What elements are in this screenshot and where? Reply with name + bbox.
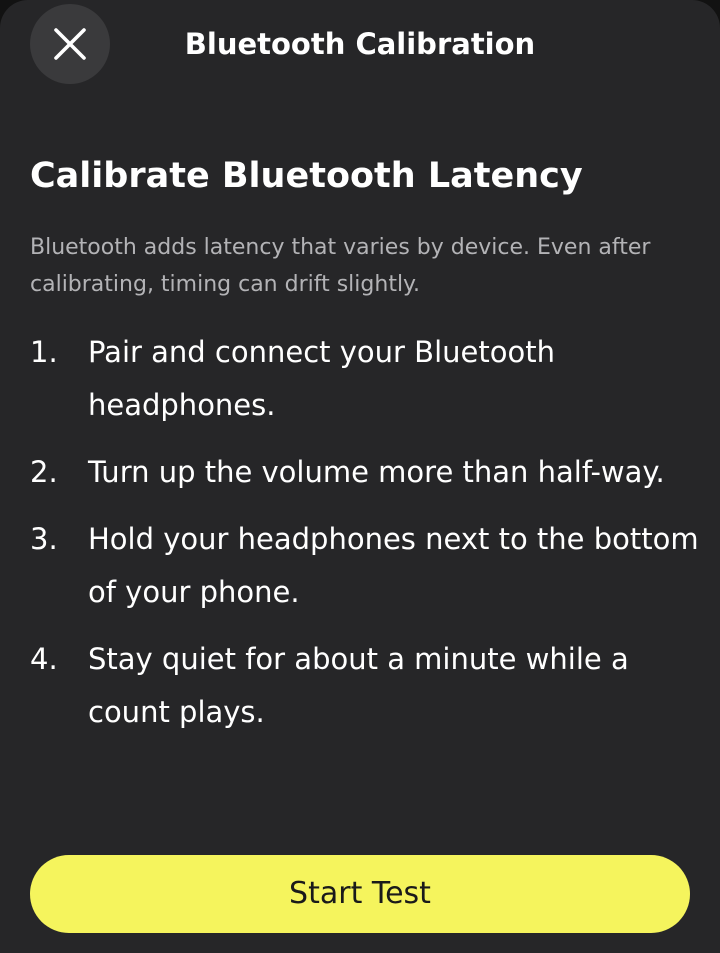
step-number: 1.	[30, 335, 58, 369]
step-number: 2.	[30, 455, 58, 489]
step-text: Stay quiet for about a minute while a co…	[88, 642, 629, 729]
page-heading: Calibrate Bluetooth Latency	[30, 156, 583, 196]
calibration-sheet: Bluetooth Calibration Calibrate Bluetoot…	[0, 0, 720, 953]
dialog-title: Bluetooth Calibration	[184, 27, 536, 61]
step-text: Pair and connect your Bluetooth headphon…	[88, 335, 555, 422]
step-text: Turn up the volume more than half-way.	[88, 455, 665, 489]
instructions-list: 1. Pair and connect your Bluetooth headp…	[30, 326, 700, 753]
description-text: Bluetooth adds latency that varies by de…	[30, 235, 651, 297]
step-number: 3.	[30, 522, 58, 556]
step-number: 4.	[30, 642, 58, 676]
list-item: 1. Pair and connect your Bluetooth headp…	[30, 326, 700, 432]
start-test-button[interactable]: Start Test	[30, 855, 690, 933]
step-text: Hold your headphones next to the bottom …	[88, 522, 699, 609]
list-item: 2. Turn up the volume more than half-way…	[30, 446, 700, 499]
list-item: 3. Hold your headphones next to the bott…	[30, 513, 700, 619]
list-item: 4. Stay quiet for about a minute while a…	[30, 633, 700, 739]
